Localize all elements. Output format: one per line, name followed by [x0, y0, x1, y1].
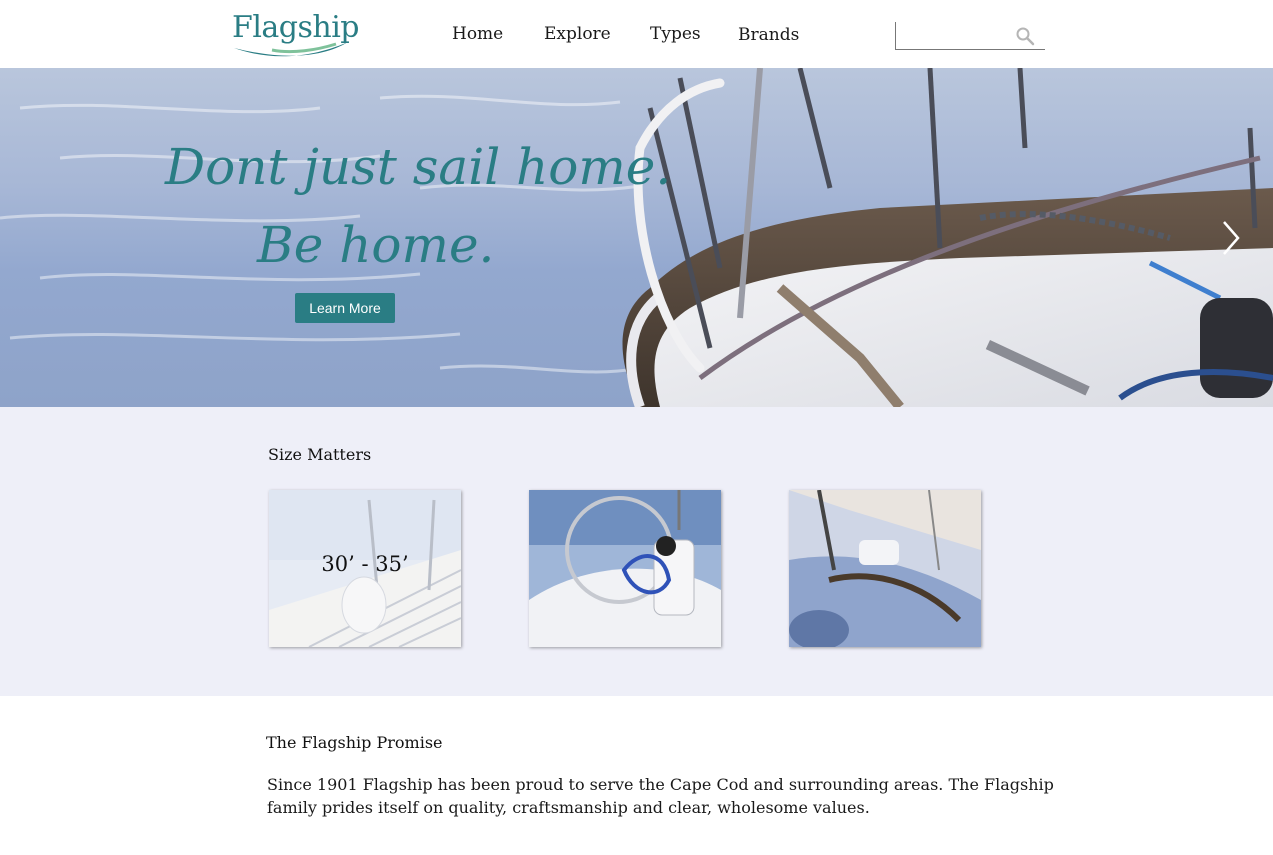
search-icon[interactable]: [1015, 26, 1035, 46]
search-box: [895, 22, 1045, 50]
promise-title: The Flagship Promise: [266, 733, 443, 752]
size-card-3[interactable]: [789, 490, 981, 647]
promise-section: The Flagship Promise Since 1901 Flagship…: [0, 696, 1273, 855]
nav-home[interactable]: Home: [452, 24, 503, 44]
hero-headline-line2: Be home.: [257, 216, 495, 274]
site-header: Flagship Home Explore Types Brands: [0, 0, 1273, 68]
size-section: Size Matters 30’ - 35’: [0, 407, 1273, 696]
hero-headline-line1: Dont just sail home.: [165, 138, 672, 196]
size-card-1[interactable]: 30’ - 35’: [269, 490, 461, 647]
boat-image-3: [789, 490, 981, 647]
size-card-1-label: 30’ - 35’: [321, 552, 409, 576]
chevron-right-icon[interactable]: [1218, 218, 1244, 258]
wave-icon: [234, 42, 348, 57]
nav-brands[interactable]: Brands: [738, 25, 799, 45]
learn-more-button[interactable]: Learn More: [295, 293, 395, 323]
promise-body: Since 1901 Flagship has been proud to se…: [267, 775, 1054, 817]
size-card-2[interactable]: [529, 490, 721, 647]
nav-types[interactable]: Types: [650, 24, 701, 44]
hero-background-image: [0, 68, 1273, 407]
size-section-title: Size Matters: [268, 445, 372, 464]
nav-explore[interactable]: Explore: [544, 24, 611, 44]
flagship-logo[interactable]: Flagship: [232, 10, 360, 60]
search-input[interactable]: [902, 22, 1017, 48]
boat-image-2: [529, 490, 721, 647]
hero-banner: Dont just sail home. Be home. Learn More: [0, 68, 1273, 407]
